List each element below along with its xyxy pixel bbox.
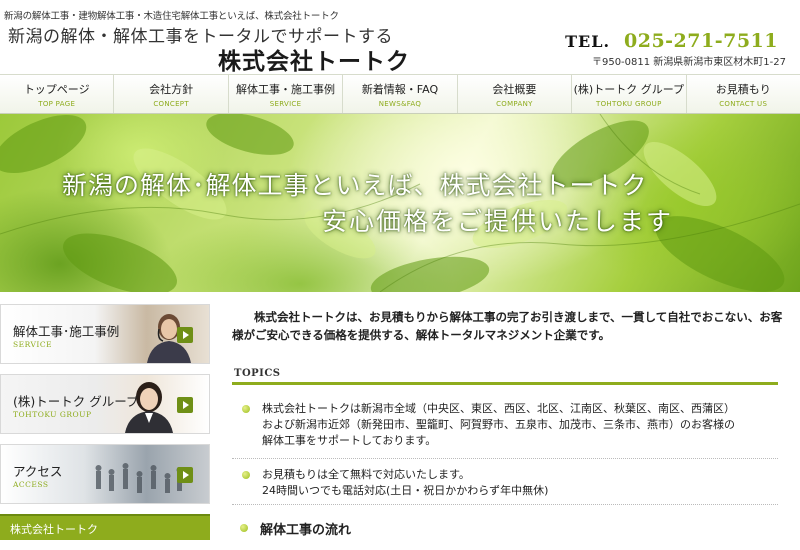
- nav-label: 解体工事・施工事例: [236, 82, 336, 96]
- flow-heading: 解体工事の流れ: [240, 518, 780, 538]
- header-address: 〒950-0811 新潟県新潟市東区材木町1-27: [591, 57, 786, 68]
- arrow-right-icon: [177, 397, 193, 413]
- nav-item-service[interactable]: 解体工事・施工事例 SERVICE: [229, 75, 344, 113]
- nav-label: 会社概要: [492, 82, 537, 96]
- bullet-icon: [240, 524, 248, 532]
- topics-label: TOPICS: [234, 368, 281, 379]
- sidebar: 解体工事･施工事例 SERVICE (株)トートク グループ TOHTOKU G…: [0, 304, 210, 550]
- tel-label: TEL.: [565, 32, 611, 51]
- nav-label: トップページ: [23, 82, 90, 96]
- global-nav: トップページ TOP PAGE 会社方針 CONCEPT 解体工事・施工事例 S…: [0, 74, 800, 114]
- flow-heading-text: 解体工事の流れ: [260, 523, 352, 538]
- topic-line: 株式会社トートクは新潟市全域（中央区、東区、西区、北区、江南区、秋葉区、南区、西…: [262, 402, 735, 415]
- topic-line: 24時間いつでも電話対応(土日・祝日かかわらず年中無休): [262, 484, 549, 497]
- sidebar-banner-title: アクセス: [13, 464, 63, 479]
- nav-item-contact[interactable]: お見積もり CONTACT US: [687, 75, 800, 113]
- company-logo[interactable]: 株式会社トートク: [218, 42, 410, 76]
- hero-headline: 新潟の解体･解体工事といえば、株式会社トートク: [62, 171, 648, 200]
- sidebar-banner-access[interactable]: アクセス ACCESS: [0, 444, 210, 504]
- sidebar-banner-title: (株)トートク グループ: [13, 394, 139, 409]
- nav-sublabel: COMPANY: [496, 99, 533, 108]
- sidebar-banner-sub: SERVICE: [13, 340, 53, 349]
- bullet-icon: [242, 471, 250, 479]
- nav-label: 新着情報・FAQ: [361, 82, 439, 96]
- nav-item-news-faq[interactable]: 新着情報・FAQ NEWS&FAQ: [343, 75, 458, 113]
- topic-line: および新潟市近郊（新発田市、聖籠町、阿賀野市、五泉市、加茂市、三条市、燕市）のお…: [262, 418, 735, 431]
- arrow-right-icon: [177, 467, 193, 483]
- nav-item-top-page[interactable]: トップページ TOP PAGE: [0, 75, 115, 113]
- divider: [232, 458, 778, 459]
- nav-label: (株)トートク グループ: [573, 82, 685, 96]
- topic-text: 株式会社トートクは新潟市全域（中央区、東区、西区、北区、江南区、秋葉区、南区、西…: [262, 401, 782, 449]
- header-tagline: 新潟の解体工事・建物解体工事・木造住宅解体工事といえば、株式会社トートク: [4, 11, 339, 22]
- nav-sublabel: CONTACT US: [719, 99, 768, 108]
- topic-line: お見積もりは全て無料で対応いたします。: [262, 468, 470, 481]
- sidebar-heading-text: 株式会社トートク: [10, 523, 98, 536]
- intro-text: 株式会社トートクは、お見積もりから解体工事の完了お引き渡しまで、一貫して自社でお…: [232, 310, 783, 342]
- sidebar-banner-sub: ACCESS: [13, 480, 49, 489]
- arrow-right-icon: [177, 327, 193, 343]
- bullet-icon: [242, 405, 250, 413]
- nav-label: 会社方針: [149, 82, 194, 96]
- sidebar-banner-sub: TOHTOKU GROUP: [13, 410, 92, 419]
- crowd-photo: [95, 463, 183, 493]
- topic-text: お見積もりは全て無料で対応いたします。 24時間いつでも電話対応(土日・祝日かか…: [262, 467, 782, 499]
- nav-sublabel: CONCEPT: [153, 99, 189, 108]
- sidebar-banner-group[interactable]: (株)トートク グループ TOHTOKU GROUP: [0, 374, 210, 434]
- nav-label: お見積もり: [715, 82, 771, 96]
- hero-banner: 新潟の解体･解体工事といえば、株式会社トートク 安心価格をご提供いたします: [0, 114, 800, 292]
- divider: [232, 504, 778, 505]
- header-phone: TEL. 025-271-7511: [565, 30, 778, 52]
- site-header: 新潟の解体工事・建物解体工事・木造住宅解体工事といえば、株式会社トートク 新潟の…: [0, 0, 800, 76]
- sidebar-banner-title: 解体工事･施工事例: [13, 324, 120, 339]
- nav-item-group[interactable]: (株)トートク グループ TOHTOKU GROUP: [572, 75, 687, 113]
- nav-item-concept[interactable]: 会社方針 CONCEPT: [114, 75, 229, 113]
- nav-sublabel: TOHTOKU GROUP: [596, 99, 662, 108]
- nav-sublabel: SERVICE: [269, 99, 302, 108]
- nav-sublabel: NEWS&FAQ: [378, 99, 422, 108]
- tel-number[interactable]: 025-271-7511: [624, 30, 778, 52]
- hero-subheadline: 安心価格をご提供いたします: [322, 207, 674, 236]
- sidebar-banner-service[interactable]: 解体工事･施工事例 SERVICE: [0, 304, 210, 364]
- topic-line: 解体工事をサポートしております。: [262, 434, 437, 447]
- topics-header: TOPICS: [232, 365, 778, 385]
- nav-item-company[interactable]: 会社概要 COMPANY: [458, 75, 573, 113]
- sidebar-heading: 株式会社トートク: [0, 514, 210, 540]
- nav-sublabel: TOP PAGE: [38, 99, 76, 108]
